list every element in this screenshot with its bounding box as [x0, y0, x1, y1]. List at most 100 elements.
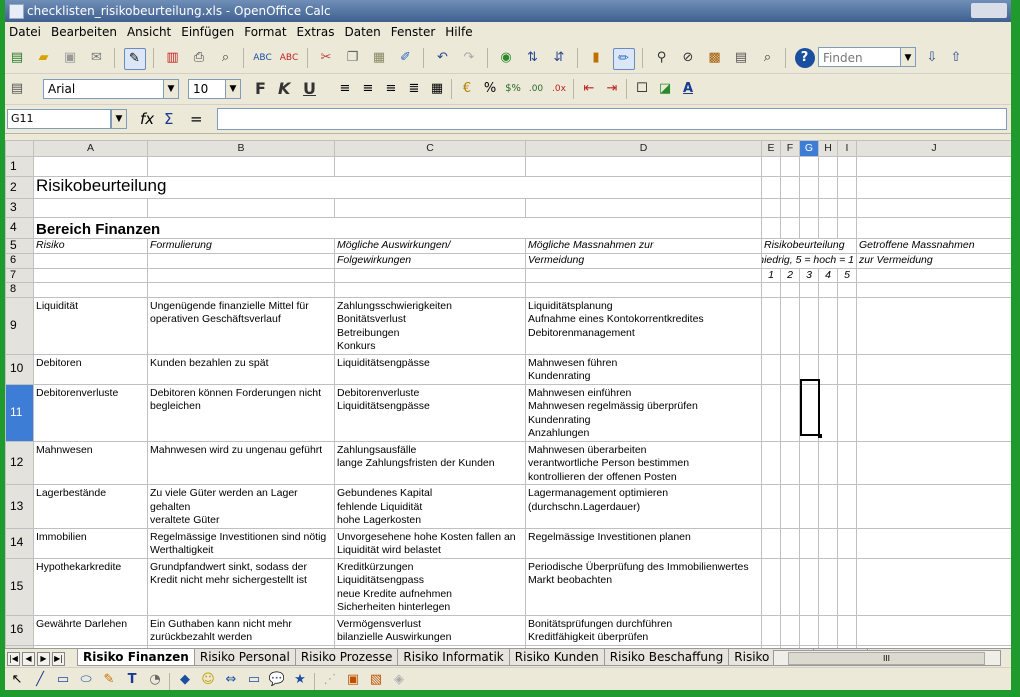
find-input[interactable]: Finden — [818, 47, 902, 67]
menu-hilfe[interactable]: Hilfe — [441, 22, 478, 43]
points-icon[interactable]: ⋰ — [320, 670, 340, 690]
underline-button[interactable]: U — [303, 80, 316, 98]
menu-extras[interactable]: Extras — [293, 22, 341, 43]
cell[interactable] — [856, 198, 1011, 218]
window-controls[interactable] — [971, 3, 1007, 18]
header-formulierung[interactable]: Formulierung — [147, 238, 335, 254]
cell[interactable] — [837, 176, 857, 199]
cell[interactable] — [761, 156, 781, 177]
cell[interactable] — [525, 282, 762, 298]
cell[interactable] — [780, 557, 800, 616]
cell-c[interactable]: Kreditkürzungen Liquiditätsengpass neue Kr… — [334, 557, 526, 616]
freeform-icon[interactable]: ✎ — [99, 670, 119, 690]
select-arrow-icon[interactable]: ↖ — [7, 670, 27, 690]
cell-c[interactable]: Zahlungsausfälle lange Zahlungsfristen de… — [334, 440, 526, 485]
row-header[interactable]: 9 — [5, 296, 34, 355]
sum-icon[interactable]: Σ — [164, 110, 173, 128]
column-header[interactable]: J — [856, 140, 1011, 157]
last-sheet-button[interactable]: ▶| — [52, 652, 65, 666]
cell[interactable] — [525, 156, 762, 177]
cell[interactable] — [761, 440, 781, 485]
select-all-corner[interactable] — [5, 140, 34, 157]
cell[interactable] — [147, 156, 335, 177]
cell[interactable] — [799, 296, 819, 355]
cell-b[interactable]: Grundpfandwert sinkt, sodass der Kredit n… — [147, 557, 335, 616]
italic-button[interactable]: K — [278, 80, 290, 98]
column-header[interactable]: F — [780, 140, 800, 157]
cell[interactable] — [856, 296, 1011, 355]
spellcheck-icon[interactable]: ABC — [253, 48, 273, 68]
first-sheet-button[interactable]: |◀ — [7, 652, 20, 666]
page-preview-icon[interactable]: ⌕ — [216, 48, 236, 68]
cell[interactable] — [818, 353, 838, 385]
header-getroffene-massnahmen[interactable]: Getroffene Massnahmen — [856, 238, 1011, 254]
font-color-icon[interactable]: A — [678, 79, 698, 99]
cell[interactable] — [780, 383, 800, 442]
open-folder-icon[interactable]: ▰ — [34, 48, 54, 68]
paste-icon[interactable]: ▦ — [369, 48, 389, 68]
cell-d[interactable]: Mahnwesen einführen Mahnwesen regelmässig… — [525, 383, 762, 442]
cell[interactable] — [799, 440, 819, 485]
cell[interactable] — [761, 614, 781, 646]
cell[interactable] — [818, 383, 838, 442]
cell[interactable] — [761, 484, 781, 529]
callout-icon[interactable]: ◔ — [145, 670, 165, 690]
basic-shapes-icon[interactable]: ◆ — [175, 670, 195, 690]
cell[interactable] — [799, 614, 819, 646]
undo-icon[interactable]: ↶ — [433, 48, 453, 68]
cell[interactable] — [334, 198, 526, 218]
cell[interactable] — [525, 267, 762, 283]
cell[interactable] — [818, 217, 838, 239]
cell-d[interactable]: Periodische Überprüfung des Immobilienwe… — [525, 557, 762, 616]
bold-button[interactable]: F — [255, 80, 266, 98]
cell[interactable] — [780, 484, 800, 529]
cell[interactable] — [818, 557, 838, 616]
standard-format-icon[interactable]: $% — [503, 79, 523, 99]
column-header[interactable]: I — [837, 140, 857, 157]
cell[interactable] — [780, 156, 800, 177]
function-wizard-icon[interactable]: fx — [140, 110, 154, 128]
cell[interactable] — [837, 217, 857, 239]
cell[interactable] — [818, 282, 838, 298]
cell[interactable] — [761, 383, 781, 442]
row-header[interactable]: 12 — [5, 440, 34, 485]
column-header[interactable]: B — [147, 140, 335, 157]
cell[interactable] — [761, 176, 781, 199]
sort-ascending-icon[interactable]: ⇅ — [523, 48, 543, 68]
text-icon[interactable]: T — [122, 670, 142, 690]
borders-icon[interactable]: ☐ — [632, 79, 652, 99]
align-center-icon[interactable]: ≡ — [358, 79, 378, 99]
header-massnahmen[interactable]: Mögliche Massnahmen zur — [525, 238, 762, 254]
cell-a[interactable]: Lagerbestände — [33, 484, 148, 529]
cell[interactable] — [761, 527, 781, 559]
cell[interactable] — [837, 156, 857, 177]
row-header[interactable]: 2 — [5, 176, 34, 199]
row-header[interactable]: 14 — [5, 527, 34, 559]
cell[interactable] — [818, 198, 838, 218]
name-box-dropdown[interactable]: ▼ — [111, 109, 127, 129]
row-header[interactable]: 15 — [5, 557, 34, 616]
copy-icon[interactable]: ❐ — [343, 48, 363, 68]
delete-decimal-icon[interactable]: .0x — [549, 79, 569, 99]
cell[interactable] — [837, 484, 857, 529]
cell[interactable] — [761, 217, 781, 239]
cell-c[interactable]: Unvorgesehene hohe Kosten fallen an Liqui… — [334, 527, 526, 559]
horizontal-scrollbar[interactable]: III — [773, 650, 1001, 666]
hyperlink-icon[interactable]: ◉ — [496, 48, 516, 68]
prev-sheet-button[interactable]: ◀ — [22, 652, 35, 666]
navigator-icon[interactable]: ⊘ — [678, 48, 698, 68]
cell[interactable] — [799, 217, 819, 239]
sheet-tab-risiko-finanzen[interactable]: Risiko Finanzen — [77, 649, 195, 666]
name-box[interactable]: G11 — [7, 109, 111, 129]
background-color-icon[interactable]: ◪ — [655, 79, 675, 99]
cell[interactable] — [761, 282, 781, 298]
fontwork-icon[interactable]: ▣ — [343, 670, 363, 690]
header-risikobeurteilung[interactable]: Risikobeurteilung — [761, 238, 857, 254]
cell[interactable] — [780, 282, 800, 298]
header-risiko[interactable]: Risiko — [33, 238, 148, 254]
column-header[interactable]: D — [525, 140, 762, 157]
cell[interactable] — [818, 440, 838, 485]
cell-b[interactable]: Debitoren können Forderungen nicht beglei… — [147, 383, 335, 442]
scale-2[interactable]: 2 — [780, 267, 800, 283]
cell[interactable] — [837, 527, 857, 559]
